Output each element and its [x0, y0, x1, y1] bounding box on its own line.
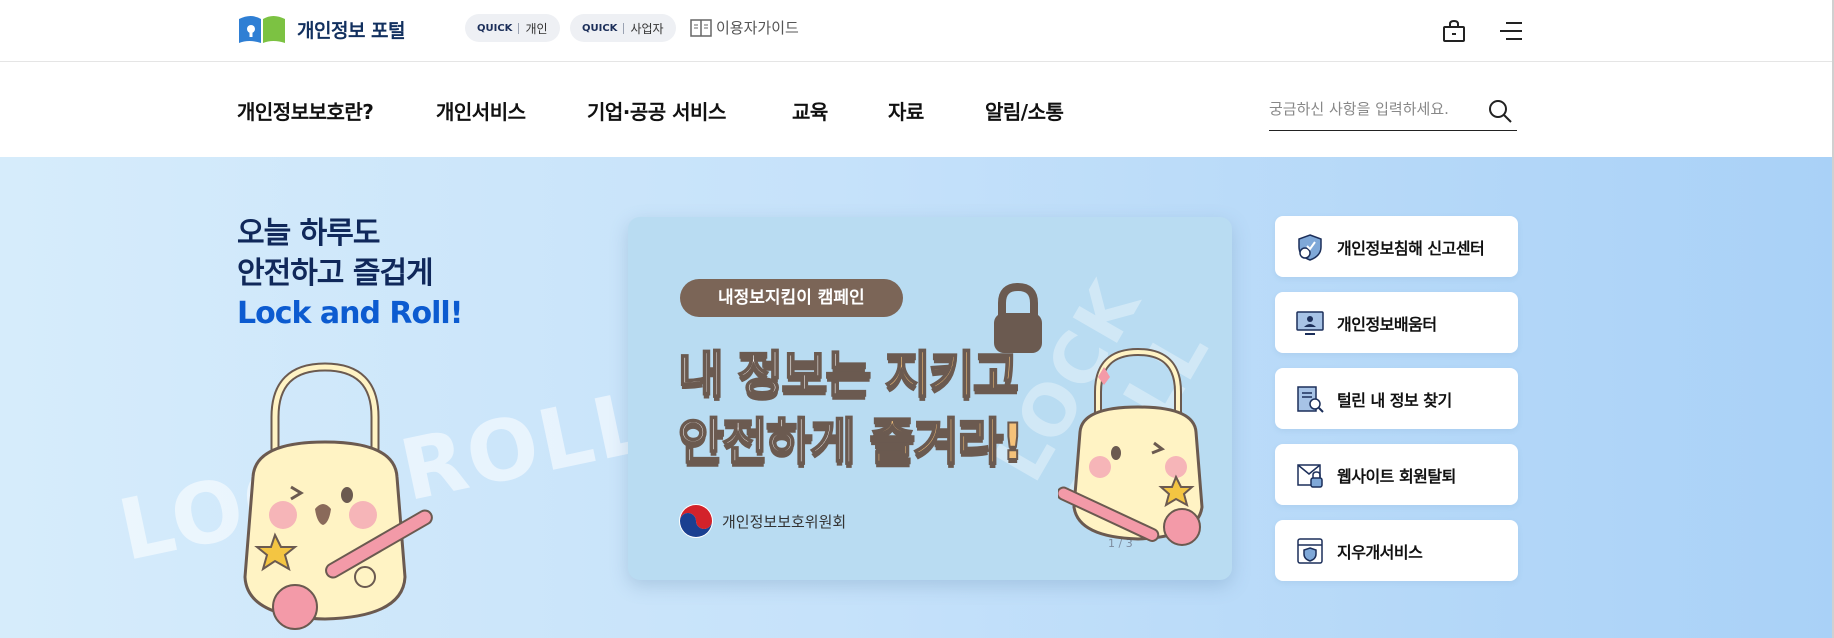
divider: [518, 22, 520, 34]
search-icon[interactable]: [1487, 98, 1513, 124]
user-guide-link[interactable]: 이용자가이드: [690, 17, 799, 38]
monitor-learning-icon: [1296, 310, 1324, 335]
padlock-silhouette-icon: [994, 282, 1042, 353]
nav-item-personal-services[interactable]: 개인서비스: [436, 96, 526, 125]
service-privacy-report-center[interactable]: 개인정보침해 신고센터: [1275, 216, 1518, 277]
main-navigation: 개인정보보호란? 개인서비스 기업·공공 서비스 교육 자료 알림/소통: [0, 62, 1834, 157]
nav-item-resources[interactable]: 자료: [888, 96, 924, 125]
quick-prefix: QUICK: [582, 22, 618, 34]
user-guide-label: 이용자가이드: [716, 19, 799, 37]
nav-item-about[interactable]: 개인정보보호란?: [237, 96, 374, 125]
site-logo[interactable]: 개인정보 포털: [237, 13, 406, 45]
menu-icon[interactable]: [1498, 18, 1524, 44]
quick-label: 개인: [525, 21, 548, 36]
quick-label: 사업자: [630, 21, 664, 36]
hero-line-1: 오늘 하루도: [237, 216, 380, 251]
nav-item-education[interactable]: 교육: [792, 96, 828, 125]
service-privacy-learning[interactable]: 개인정보배움터: [1275, 292, 1518, 353]
search-input[interactable]: [1269, 90, 1469, 128]
nav-item-notice[interactable]: 알림/소통: [985, 96, 1064, 125]
banner-headline-2: 안전하게 즐겨라!: [677, 402, 1025, 474]
banner-headline-1: 내 정보는 지키고: [677, 335, 1020, 407]
hero-title: 오늘 하루도 안전하고 즐겁게 Lock and Roll!: [237, 214, 463, 334]
service-label: 털린 내 정보 찾기: [1337, 390, 1452, 410]
service-label: 웹사이트 회원탈퇴: [1337, 466, 1456, 486]
browser-shield-icon: [1297, 537, 1323, 564]
campaign-banner[interactable]: LOCK ROLL 내정보지킴이 캠페인 내 정보는 지키고 안전하게 즐겨라!: [628, 217, 1232, 580]
hero-line-3: Lock and Roll!: [237, 296, 463, 331]
nav-item-business-services[interactable]: 기업·공공 서비스: [587, 96, 726, 125]
padlock-mascot-illustration: [1058, 347, 1204, 546]
hero-section: LOCK ROLL 오늘 하루도 안전하고 즐겁게 Lock and Roll!…: [0, 157, 1834, 638]
quick-link-business[interactable]: QUICK 사업자: [570, 14, 676, 42]
taegeuk-logo-icon: [679, 504, 713, 538]
quick-prefix: QUICK: [477, 22, 513, 34]
service-eraser[interactable]: 지우개서비스: [1275, 520, 1518, 581]
book-icon: [690, 18, 712, 37]
document-search-icon: [1297, 385, 1324, 413]
hero-line-2: 안전하고 즐겁게: [237, 256, 434, 291]
gov-organization: 개인정보보호위원회: [678, 503, 846, 539]
logo-text: 개인정보 포털: [297, 19, 406, 42]
service-label: 개인정보침해 신고센터: [1337, 238, 1485, 258]
service-leaked-info-search[interactable]: 털린 내 정보 찾기: [1275, 368, 1518, 429]
logo-icon: [239, 16, 285, 43]
service-label: 개인정보배움터: [1337, 314, 1437, 334]
headline-highlight: 즐겨라!: [868, 412, 1025, 472]
top-utility-bar: 개인정보 포털 QUICK 개인 QUICK 사업자 이용자가이드: [0, 0, 1834, 62]
campaign-label: 내정보지킴이 캠페인: [680, 279, 903, 317]
headline-text: 내 정보는: [677, 345, 885, 405]
service-label: 지우개서비스: [1337, 542, 1423, 562]
quick-link-personal[interactable]: QUICK 개인: [465, 14, 560, 42]
service-website-withdrawal[interactable]: 웹사이트 회원탈퇴: [1275, 444, 1518, 505]
divider: [623, 22, 625, 34]
org-name: 개인정보보호위원회: [722, 512, 847, 531]
envelope-lock-icon: [1297, 463, 1323, 488]
shopping-bag-icon[interactable]: [1441, 18, 1467, 44]
headline-text: 안전하게: [677, 412, 870, 472]
shield-report-icon: [1298, 233, 1322, 261]
search-box: [1269, 90, 1517, 131]
padlock-mascot-illustration: [243, 362, 433, 630]
banner-pager[interactable]: 1 / 3: [1108, 537, 1133, 550]
